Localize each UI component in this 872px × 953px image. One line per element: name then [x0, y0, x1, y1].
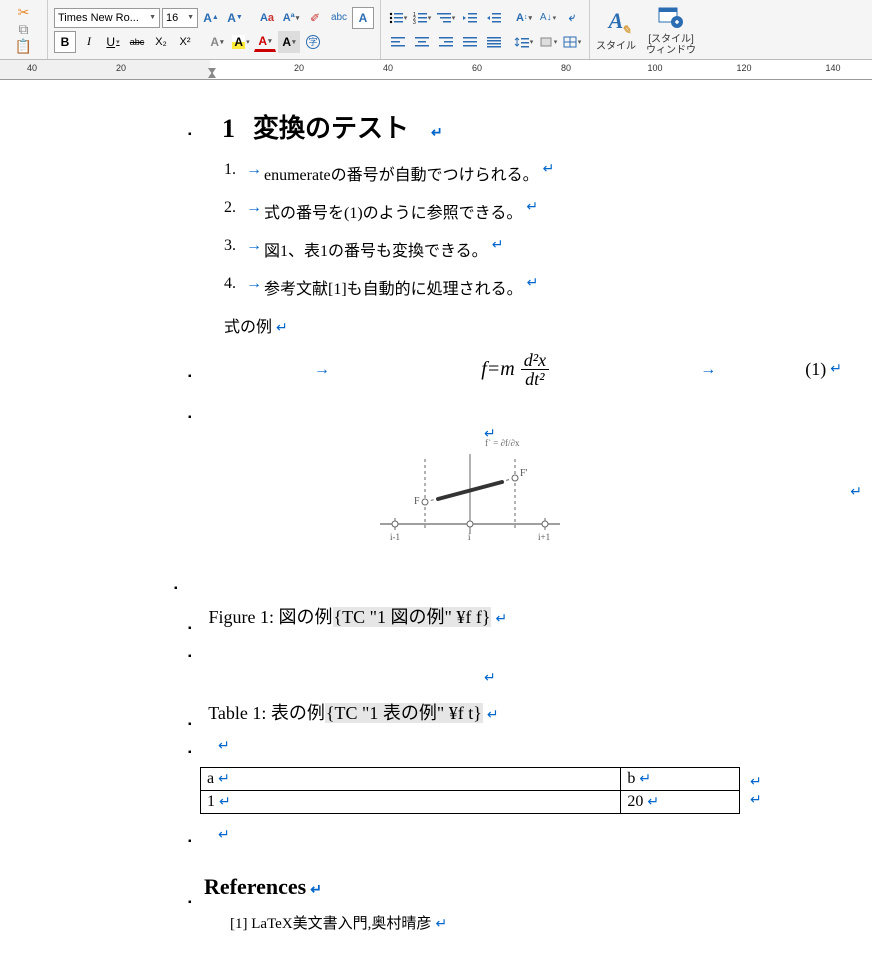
references-heading: References↵ — [200, 874, 842, 900]
align-left-button[interactable] — [387, 31, 409, 53]
sort-button[interactable]: A↓ — [537, 7, 559, 29]
svg-text:3: 3 — [413, 20, 416, 26]
toolbar: ✂ ⧉ 📋 Times New Ro... 16 A▲ A▼ Aa Aª ✐ a… — [0, 0, 872, 60]
text-direction-button[interactable]: A↕ — [513, 7, 535, 29]
indent-inc-button[interactable] — [483, 7, 505, 29]
font-color-button[interactable]: A — [254, 32, 276, 52]
superscript-button[interactable]: X² — [174, 31, 196, 53]
table-row: a↵ b↵ — [201, 768, 740, 791]
document-area[interactable]: 1 変換のテスト ↵ 1.→enumerateの番号が自動でつけられる。 ↵ 2.… — [0, 80, 872, 953]
figure-caption: Figure 1: 図の例{TC "1 図の例" ¥f f}↵ — [200, 603, 842, 629]
multilevel-button[interactable] — [435, 7, 457, 29]
list-item: 3.→図1、表1の番号も変換できる。 ↵ — [224, 237, 842, 261]
ruler[interactable]: 40 20 20 40 60 80 100 120 140 — [0, 60, 872, 80]
font-size-select[interactable]: 16 — [162, 8, 198, 28]
align-center-button[interactable] — [411, 31, 433, 53]
line-spacing-button[interactable] — [513, 31, 535, 53]
cut-icon[interactable]: ✂ — [15, 6, 33, 20]
pilcrow-icon: ↵ — [431, 125, 443, 142]
equation-label: 式の例↵ — [224, 313, 842, 337]
char-style-1-button[interactable]: Aa — [256, 7, 278, 29]
svg-text:F': F' — [520, 468, 528, 479]
highlight-button[interactable]: A — [230, 31, 252, 53]
show-marks-button[interactable]: ⤶ — [561, 7, 583, 29]
heading-number: 1 — [222, 114, 235, 144]
svg-text:i-1: i-1 — [390, 532, 400, 542]
char-style-2-button[interactable]: Aª — [280, 7, 302, 29]
italic-button[interactable]: I — [78, 31, 100, 53]
heading-1: 1 変換のテスト ↵ — [200, 108, 842, 145]
subscript-button[interactable]: X₂ — [150, 31, 172, 53]
reference-item: [1] LaTeX美文書入門,奥村晴彦↵ — [230, 912, 842, 933]
equation-row: → f=m d²x dt² → (1) ↵ — [200, 351, 842, 388]
list-item: 1.→enumerateの番号が自動でつけられる。 ↵ — [224, 161, 842, 185]
style-window-button[interactable]: [スタイル] ウィンドウ — [646, 4, 696, 56]
justify-button[interactable] — [459, 31, 481, 53]
shading-button[interactable] — [537, 31, 559, 53]
font-color-empty-button[interactable]: A — [206, 31, 228, 53]
clear-format-button[interactable]: ✐ — [304, 7, 326, 29]
table-row: 1↵ 20↵ — [201, 791, 740, 814]
char-border-button[interactable]: A — [352, 7, 374, 29]
paste-icon[interactable]: 📋 — [15, 40, 33, 54]
data-table: a↵ b↵ 1↵ 20↵ — [200, 767, 740, 814]
svg-text:i: i — [468, 532, 471, 542]
highlight-abc-button[interactable]: abc — [328, 7, 350, 29]
equation-number: (1) — [716, 359, 826, 380]
distribute-button[interactable] — [483, 31, 505, 53]
align-right-button[interactable] — [435, 31, 457, 53]
style-group: A✎ スタイル [スタイル] ウィンドウ — [590, 0, 702, 59]
indent-dec-button[interactable] — [459, 7, 481, 29]
styles-button[interactable]: A✎ スタイル — [596, 7, 636, 52]
svg-text:i+1: i+1 — [538, 532, 550, 542]
grow-font-button[interactable]: A▲ — [200, 7, 222, 29]
underline-button[interactable]: U — [102, 31, 124, 53]
field-code: {TC "1 図の例" ¥f f} — [333, 607, 492, 627]
list-bullet-icon — [188, 114, 196, 122]
svg-text:F: F — [414, 496, 420, 507]
numbering-button[interactable]: 123 — [411, 7, 433, 29]
font-name-select[interactable]: Times New Ro... — [54, 8, 160, 28]
font-group: Times New Ro... 16 A▲ A▼ Aa Aª ✐ abc A B… — [48, 0, 381, 59]
borders-button[interactable] — [561, 31, 583, 53]
bullets-button[interactable] — [387, 7, 409, 29]
bold-button[interactable]: B — [54, 31, 76, 53]
enclose-char-button[interactable]: 字 — [302, 31, 324, 53]
list-item: 4.→参考文献[1]も自動的に処理される。 ↵ — [224, 275, 842, 299]
clipboard-group: ✂ ⧉ 📋 — [0, 0, 48, 59]
figure-diagram: f` = ∂f/∂x F F' i-1 i i+1 ↵ ↵ — [380, 434, 842, 559]
list-item: 2.→式の番号を(1)のように参照できる。 ↵ — [224, 199, 842, 223]
table-caption: Table 1: 表の例{TC "1 表の例" ¥f t}↵ — [200, 699, 842, 725]
indent-marker-icon[interactable] — [206, 60, 218, 80]
equation-formula: f=m d²x dt² — [481, 351, 549, 388]
copy-icon[interactable]: ⧉ — [15, 23, 33, 37]
paragraph-group: 123 A↕ A↓ ⤶ — [381, 0, 590, 59]
shrink-font-button[interactable]: A▼ — [224, 7, 246, 29]
char-shading-button[interactable]: A — [278, 31, 300, 53]
strike-button[interactable]: abc — [126, 31, 148, 53]
heading-title: 変換のテスト — [253, 108, 409, 145]
field-code: {TC "1 表の例" ¥f t} — [325, 703, 483, 723]
